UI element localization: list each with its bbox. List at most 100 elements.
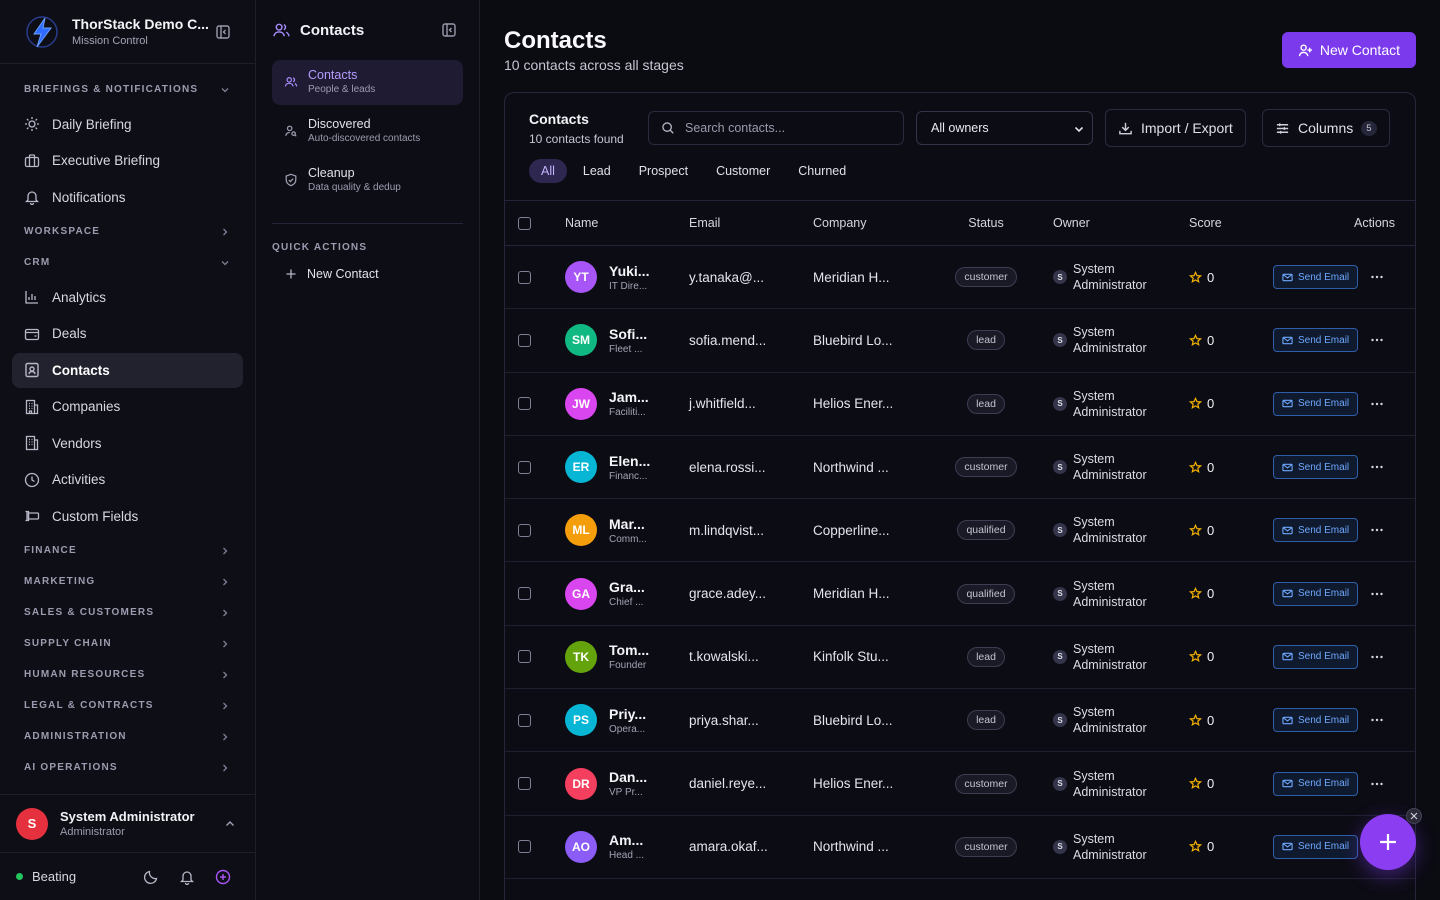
sidebar-item-activities[interactable]: Activities bbox=[12, 462, 243, 497]
send-email-button[interactable]: Send Email bbox=[1273, 644, 1359, 669]
sidebar-item-analytics[interactable]: Analytics bbox=[12, 280, 243, 315]
column-header-owner[interactable]: Owner bbox=[1041, 201, 1181, 246]
contact-name[interactable]: Dan... bbox=[609, 769, 659, 785]
table-row[interactable]: ML Mar... Comm... m.lindqvist... Copperline.… bbox=[505, 499, 1415, 562]
subnav-item-cleanup[interactable]: Cleanup Data quality & dedup bbox=[272, 158, 463, 203]
new-contact-button[interactable]: New Contact bbox=[1281, 32, 1416, 68]
collapse-panel-icon[interactable] bbox=[441, 22, 457, 38]
send-email-button[interactable]: Send Email bbox=[1273, 391, 1359, 416]
row-checkbox[interactable] bbox=[518, 460, 531, 474]
more-options-icon[interactable] bbox=[1370, 713, 1384, 727]
dismiss-fab-button[interactable] bbox=[1406, 808, 1422, 824]
section-marketing[interactable]: MARKETING bbox=[0, 566, 255, 597]
filter-customer[interactable]: Customer bbox=[704, 159, 782, 183]
table-row[interactable]: YT Yuki... IT Dire... y.tanaka@... Meridian … bbox=[505, 246, 1415, 309]
filter-prospect[interactable]: Prospect bbox=[627, 159, 700, 183]
more-options-icon[interactable] bbox=[1370, 270, 1384, 284]
more-options-icon[interactable] bbox=[1370, 460, 1384, 474]
more-options-icon[interactable] bbox=[1370, 587, 1384, 601]
contact-name[interactable]: Sofi... bbox=[609, 326, 659, 342]
send-email-button[interactable]: Send Email bbox=[1273, 771, 1359, 796]
more-options-icon[interactable] bbox=[1370, 777, 1384, 791]
workspace-name[interactable]: ThorStack Demo C... bbox=[72, 16, 214, 32]
filter-churned[interactable]: Churned bbox=[786, 159, 858, 183]
contact-name[interactable]: Tom... bbox=[609, 642, 659, 658]
section-sales-customers[interactable]: SALES & CUSTOMERS bbox=[0, 597, 255, 628]
sidebar-item-deals[interactable]: Deals bbox=[12, 316, 243, 351]
column-header-status[interactable]: Status bbox=[931, 201, 1041, 246]
section-supply-chain[interactable]: SUPPLY CHAIN bbox=[0, 628, 255, 659]
row-checkbox[interactable] bbox=[518, 777, 531, 791]
subnav-item-discovered[interactable]: Discovered Auto-discovered contacts bbox=[272, 109, 463, 154]
section-briefings[interactable]: BRIEFINGS & NOTIFICATIONS bbox=[0, 74, 255, 105]
search-field[interactable] bbox=[648, 111, 904, 145]
section-ai-operations[interactable]: AI OPERATIONS bbox=[0, 752, 255, 783]
row-checkbox[interactable] bbox=[518, 650, 531, 664]
table-row[interactable]: PS Priy... Opera... priya.shar... Bluebird L… bbox=[505, 689, 1415, 752]
more-options-icon[interactable] bbox=[1370, 523, 1384, 537]
import-export-button[interactable]: Import / Export bbox=[1105, 109, 1246, 147]
section-workspace[interactable]: WORKSPACE bbox=[0, 216, 255, 247]
row-checkbox[interactable] bbox=[518, 270, 531, 284]
section-legal-contracts[interactable]: LEGAL & CONTRACTS bbox=[0, 690, 255, 721]
table-row[interactable]: TK Tom... Founder t.kowalski... Kinfolk Stu.… bbox=[505, 625, 1415, 689]
select-all-checkbox[interactable] bbox=[518, 216, 531, 230]
contact-name[interactable]: Mar... bbox=[609, 516, 659, 532]
sidebar-item-executive-briefing[interactable]: Executive Briefing bbox=[12, 143, 243, 178]
bell-icon[interactable] bbox=[179, 869, 195, 885]
table-row[interactable]: GA Gra... Chief ... grace.adey... Meridian H… bbox=[505, 562, 1415, 626]
contact-name[interactable]: Priy... bbox=[609, 706, 659, 722]
sidebar-item-custom-fields[interactable]: Custom Fields bbox=[12, 499, 243, 534]
more-options-icon[interactable] bbox=[1370, 650, 1384, 664]
contact-name[interactable]: Yuki... bbox=[609, 263, 659, 279]
columns-button[interactable]: Columns 5 bbox=[1262, 109, 1390, 147]
floating-add-button[interactable] bbox=[1360, 814, 1416, 870]
filter-lead[interactable]: Lead bbox=[571, 159, 623, 183]
column-header-company[interactable]: Company bbox=[801, 201, 931, 246]
moon-icon[interactable] bbox=[143, 869, 159, 885]
contact-name[interactable]: Am... bbox=[609, 832, 659, 848]
send-email-button[interactable]: Send Email bbox=[1273, 834, 1359, 859]
add-circle-icon[interactable] bbox=[215, 869, 231, 885]
more-options-icon[interactable] bbox=[1370, 333, 1384, 347]
more-options-icon[interactable] bbox=[1370, 397, 1384, 411]
row-checkbox[interactable] bbox=[518, 587, 531, 601]
send-email-button[interactable]: Send Email bbox=[1273, 708, 1359, 733]
send-email-button[interactable]: Send Email bbox=[1273, 265, 1359, 290]
row-checkbox[interactable] bbox=[518, 333, 531, 347]
column-header-score[interactable]: Score bbox=[1181, 201, 1245, 246]
send-email-button[interactable]: Send Email bbox=[1273, 328, 1359, 353]
row-checkbox[interactable] bbox=[518, 713, 531, 727]
column-header-email[interactable]: Email bbox=[677, 201, 801, 246]
sidebar-item-vendors[interactable]: Vendors bbox=[12, 426, 243, 461]
send-email-button[interactable]: Send Email bbox=[1273, 581, 1359, 606]
section-crm[interactable]: CRM bbox=[0, 247, 255, 278]
contact-name[interactable]: Jam... bbox=[609, 389, 659, 405]
user-menu[interactable]: S System Administrator Administrator bbox=[0, 794, 255, 852]
table-row[interactable]: SM Sofi... Fleet ... sofia.mend... Bluebird … bbox=[505, 309, 1415, 373]
table-row[interactable]: DR Dan... VP Pr... daniel.reye... Helios Ene… bbox=[505, 752, 1415, 816]
sidebar-item-contacts[interactable]: Contacts bbox=[12, 352, 243, 388]
sidebar-item-daily-briefing[interactable]: Daily Briefing bbox=[12, 107, 243, 142]
sidebar-item-companies[interactable]: Companies bbox=[12, 389, 243, 424]
table-row[interactable]: ER Elen... Financ... elena.rossi... Northwin… bbox=[505, 435, 1415, 499]
owner-filter-select[interactable]: All owners bbox=[916, 111, 1093, 145]
contact-name[interactable]: Elen... bbox=[609, 453, 659, 469]
section-administration[interactable]: ADMINISTRATION bbox=[0, 721, 255, 752]
filter-all[interactable]: All bbox=[529, 159, 567, 183]
quick-action-new-contact[interactable]: New Contact bbox=[256, 267, 479, 281]
row-checkbox[interactable] bbox=[518, 523, 531, 537]
contact-name[interactable]: Gra... bbox=[609, 579, 659, 595]
send-email-button[interactable]: Send Email bbox=[1273, 518, 1359, 543]
section-finance[interactable]: FINANCE bbox=[0, 535, 255, 566]
table-row[interactable]: JW Jam... Faciliti... j.whitfield... Helios … bbox=[505, 372, 1415, 436]
sidebar-item-notifications[interactable]: Notifications bbox=[12, 180, 243, 215]
collapse-sidebar-icon[interactable] bbox=[215, 24, 231, 40]
column-header-name[interactable]: Name bbox=[553, 201, 677, 246]
row-checkbox[interactable] bbox=[518, 397, 531, 411]
row-checkbox[interactable] bbox=[518, 840, 531, 854]
table-row[interactable]: AO Am... Head ... amara.okaf... Northwind ..… bbox=[505, 815, 1415, 879]
section-human-resources[interactable]: HUMAN RESOURCES bbox=[0, 659, 255, 690]
send-email-button[interactable]: Send Email bbox=[1273, 455, 1359, 480]
chevron-up-icon[interactable] bbox=[223, 817, 237, 831]
